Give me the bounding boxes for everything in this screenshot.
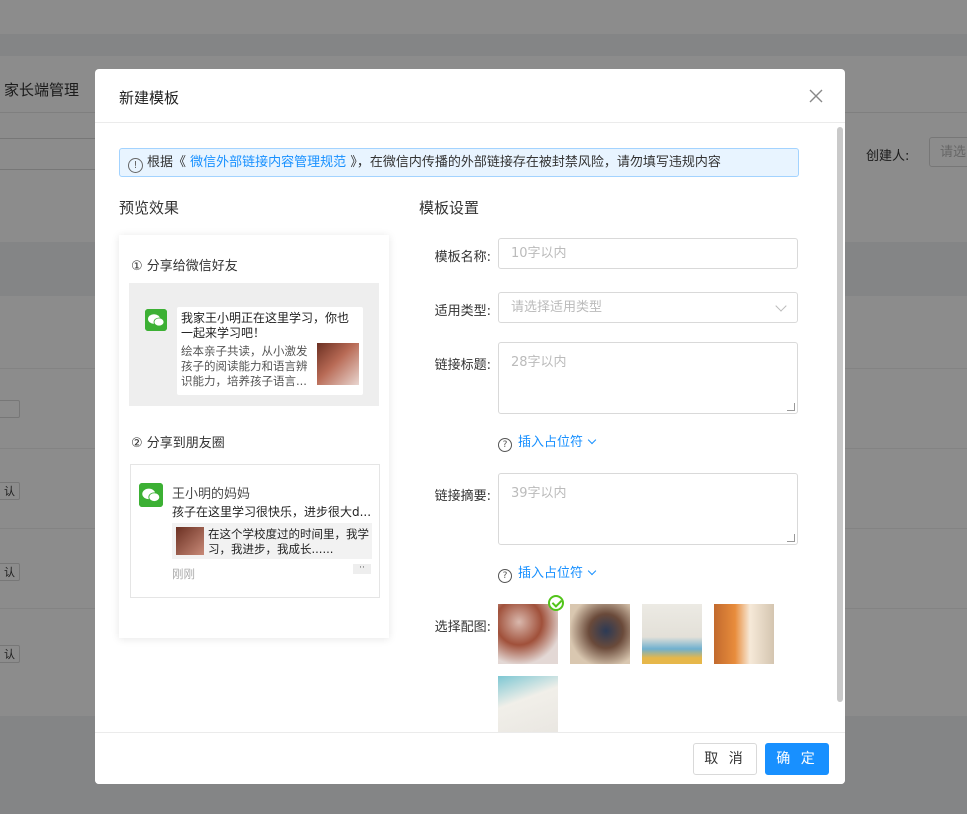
cover-image-option[interactable] xyxy=(498,676,558,732)
share-friend-label: ① 分享给微信好友 xyxy=(131,259,238,274)
chevron-down-icon xyxy=(587,435,597,445)
share-moments-label: ② 分享到朋友圈 xyxy=(131,436,225,451)
notice-alert: ! 根据《 微信外部链接内容管理规范 》，在微信内传播的外部链接存在被封禁风险，请… xyxy=(119,148,799,177)
wechat-avatar-icon xyxy=(139,483,163,507)
link-title-label: 链接标题: xyxy=(434,358,491,373)
modal-scrollbar[interactable] xyxy=(835,123,845,732)
resize-handle-icon[interactable] xyxy=(787,534,795,542)
cover-image-option[interactable] xyxy=(642,604,702,664)
chevron-down-icon xyxy=(587,566,597,576)
chevron-down-icon xyxy=(775,300,787,312)
moments-user-name: 王小明的妈妈 xyxy=(172,487,251,502)
modal-footer: 取 消 确 定 xyxy=(95,732,845,784)
moments-link-text: 在这个学校度过的时间里，我学习，我进步，我成长...... xyxy=(208,527,369,556)
question-icon: ? xyxy=(498,569,512,583)
friend-card-title: 我家王小明正在这里学习，你也一起来学习吧！ xyxy=(181,311,350,340)
notice-policy-link[interactable]: 微信外部链接内容管理规范 xyxy=(190,155,346,170)
modal-title: 新建模板 xyxy=(119,89,180,107)
link-title-textarea[interactable]: 28字以内 xyxy=(498,342,798,414)
moments-link-thumbnail xyxy=(176,527,204,555)
link-summary-placeholder: 39字以内 xyxy=(511,486,567,501)
check-circle-icon xyxy=(548,595,564,611)
cover-image-option[interactable] xyxy=(498,595,564,664)
close-icon[interactable] xyxy=(807,87,825,105)
preview-panel: ① 分享给微信好友 我家王小明正在这里学习，你也一起来学习吧！ 绘本亲子共读，从… xyxy=(119,235,389,638)
insert-placeholder-link[interactable]: ? 插入占位符 xyxy=(498,431,597,452)
resize-handle-icon[interactable] xyxy=(787,403,795,411)
moments-post-text: 孩子在这里学习很快乐，进步很大d... xyxy=(172,505,372,519)
modal-body: ! 根据《 微信外部链接内容管理规范 》，在微信内传播的外部链接存在被封禁风险，请… xyxy=(95,123,845,732)
cancel-button[interactable]: 取 消 xyxy=(693,743,757,775)
template-name-label: 模板名称: xyxy=(434,250,491,265)
info-icon: ! xyxy=(128,158,143,173)
wechat-avatar-icon xyxy=(145,309,167,331)
type-select[interactable]: 请选择适用类型 xyxy=(498,292,798,323)
link-title-placeholder: 28字以内 xyxy=(511,355,567,370)
link-summary-label: 链接摘要: xyxy=(434,489,491,504)
new-template-modal: 新建模板 ! 根据《 微信外部链接内容管理规范 》，在微信内传播的外部链接存在被封… xyxy=(95,69,845,784)
cover-image-option[interactable] xyxy=(570,604,630,664)
preview-heading: 预览效果 xyxy=(119,199,180,217)
cover-image-option[interactable] xyxy=(714,604,774,664)
settings-heading: 模板设置 xyxy=(419,199,480,217)
type-label: 适用类型: xyxy=(434,304,491,319)
moments-preview: 王小明的妈妈 孩子在这里学习很快乐，进步很大d... 在这个学校度过的时间里，我… xyxy=(130,464,380,598)
cover-image-label: 选择配图: xyxy=(434,620,491,635)
friend-card: 我家王小明正在这里学习，你也一起来学习吧！ 绘本亲子共读，从小激发孩子的阅读能力… xyxy=(177,307,363,395)
insert-placeholder-label: 插入占位符 xyxy=(518,435,584,450)
confirm-button[interactable]: 确 定 xyxy=(765,743,829,775)
notice-prefix: 根据《 xyxy=(147,155,187,170)
friend-chat-preview: 我家王小明正在这里学习，你也一起来学习吧！ 绘本亲子共读，从小激发孩子的阅读能力… xyxy=(129,283,379,406)
insert-placeholder-label: 插入占位符 xyxy=(518,566,584,581)
notice-suffix: 》，在微信内传播的外部链接存在被封禁风险，请勿填写违规内容 xyxy=(350,155,721,170)
moments-link-card: 在这个学校度过的时间里，我学习，我进步，我成长...... xyxy=(172,523,372,559)
link-summary-textarea[interactable]: 39字以内 xyxy=(498,473,798,545)
type-select-placeholder: 请选择适用类型 xyxy=(511,300,603,315)
moments-more-icon: ·· xyxy=(353,564,371,574)
modal-header: 新建模板 xyxy=(95,69,845,123)
moments-time: 刚刚 xyxy=(172,567,195,581)
friend-card-thumbnail xyxy=(317,343,359,385)
question-icon: ? xyxy=(498,438,512,452)
insert-placeholder-link[interactable]: ? 插入占位符 xyxy=(498,562,597,583)
scrollbar-thumb[interactable] xyxy=(837,127,843,702)
template-name-input[interactable]: 10字以内 xyxy=(498,238,798,269)
friend-card-desc: 绘本亲子共读，从小激发孩子的阅读能力和语言辨识能力，培养孩子语言... xyxy=(181,344,308,388)
